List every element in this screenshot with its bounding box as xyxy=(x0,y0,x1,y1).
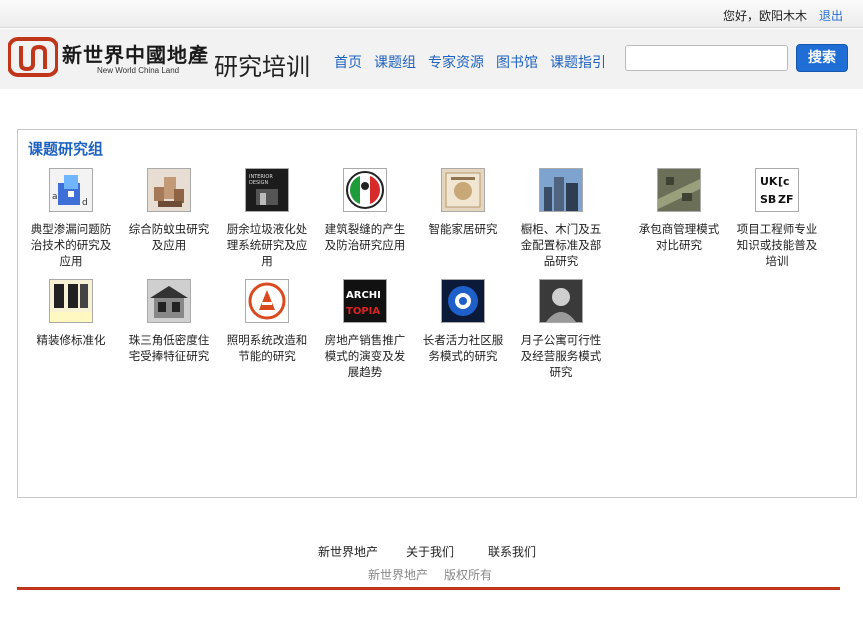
building-model-icon xyxy=(147,168,191,212)
footer-link-about[interactable]: 关于我们 xyxy=(406,543,454,560)
svg-text:ZF: ZF xyxy=(778,193,794,206)
nav-expert-resources[interactable]: 专家资源 xyxy=(428,52,484,72)
topic-tile[interactable]: 橱柜、木门及五金配置标准及部品研究 xyxy=(516,168,606,269)
topic-label: 房地产销售推广模式的演变及发展趋势 xyxy=(324,333,406,379)
svg-text:DESIGN: DESIGN xyxy=(249,180,269,186)
topic-panel: 课题研究组 ad 典型渗漏问题防治技术的研究及应用 综合防蚊虫研究及应用 INT… xyxy=(17,129,857,498)
header: 新世界中國地產 New World China Land 研究培训 首页 课题组… xyxy=(0,29,863,89)
topic-tile[interactable]: INTERIOR DESIGN 厨余垃圾液化处理系统研究及应用 xyxy=(222,168,312,269)
topic-tile[interactable]: 月子公寓可行性及经营服务模式研究 xyxy=(516,279,606,380)
seal-emblem-icon xyxy=(245,279,289,323)
nav-topic-groups[interactable]: 课题组 xyxy=(374,52,416,72)
top-bar: 您好，欧阳木木 退出 xyxy=(0,0,863,28)
topic-label: 建筑裂缝的产生及防治研究应用 xyxy=(324,222,406,252)
certificate-icon xyxy=(441,168,485,212)
svg-text:[c: [c xyxy=(778,175,790,188)
topic-label: 橱柜、木门及五金配置标准及部品研究 xyxy=(520,222,602,268)
footer-divider xyxy=(17,587,840,590)
topic-tile[interactable]: UK [c SB ZF 项目工程师专业知识或技能普及培训 xyxy=(732,168,822,269)
logo-icon[interactable] xyxy=(8,37,58,77)
search-button[interactable]: 搜索 xyxy=(796,44,848,72)
search-input[interactable] xyxy=(625,45,788,71)
house-sketch-icon: ad xyxy=(49,168,93,212)
interior-design-icon: INTERIOR DESIGN xyxy=(245,168,289,212)
svg-text:a: a xyxy=(52,192,58,202)
topic-tile[interactable]: 智能家居研究 xyxy=(418,168,508,237)
topic-label: 精装修标准化 xyxy=(36,333,106,347)
topic-tile[interactable]: 综合防蚊虫研究及应用 xyxy=(124,168,214,253)
copyright-text: 版权所有 xyxy=(444,568,493,582)
topic-label: 长者活力社区服务模式的研究 xyxy=(422,333,504,363)
blue-circle-icon xyxy=(441,279,485,323)
italian-emblem-icon xyxy=(343,168,387,212)
main-nav: 首页 课题组 专家资源 图书馆 课题指引 xyxy=(334,52,606,72)
svg-text:SB: SB xyxy=(760,193,776,206)
user-greeting: 您好，欧阳木木 xyxy=(722,9,807,23)
nav-topic-guide[interactable]: 课题指引 xyxy=(550,52,606,72)
topic-tile[interactable]: 长者活力社区服务模式的研究 xyxy=(418,279,508,364)
copyright-company: 新世界地产 xyxy=(368,568,429,582)
nav-home[interactable]: 首页 xyxy=(334,52,362,72)
topic-label: 项目工程师专业知识或技能普及培训 xyxy=(736,222,818,268)
footer-link-contact[interactable]: 联系我们 xyxy=(488,543,536,560)
topic-label: 珠三角低密度住宅受捧特征研究 xyxy=(128,333,210,363)
topic-tile[interactable]: 精装修标准化 xyxy=(26,279,116,348)
signboard-icon xyxy=(49,279,93,323)
svg-text:TOPIA: TOPIA xyxy=(346,306,380,317)
topic-label: 厨余垃圾液化处理系统研究及应用 xyxy=(226,222,308,268)
topic-tile[interactable]: ad 典型渗漏问题防治技术的研究及应用 xyxy=(26,168,116,269)
topic-tile[interactable]: 照明系统改造和节能的研究 xyxy=(222,279,312,364)
calligraphy-icon: UK [c SB ZF xyxy=(755,168,799,212)
topic-tile[interactable]: 珠三角低密度住宅受捧特征研究 xyxy=(124,279,214,364)
topic-tile[interactable]: ARCHI TOPIA 房地产销售推广模式的演变及发展趋势 xyxy=(320,279,410,380)
portrait-icon xyxy=(539,279,583,323)
svg-text:d: d xyxy=(82,198,88,208)
topic-label: 月子公寓可行性及经营服务模式研究 xyxy=(520,333,602,379)
logout-link[interactable]: 退出 xyxy=(819,7,843,24)
logo-text-cn: 新世界中國地產 xyxy=(62,43,209,67)
topic-label: 典型渗漏问题防治技术的研究及应用 xyxy=(30,222,112,268)
city-skyline-icon xyxy=(539,168,583,212)
topic-tile[interactable]: 建筑裂缝的产生及防治研究应用 xyxy=(320,168,410,253)
topic-label: 智能家居研究 xyxy=(428,222,498,236)
topic-tile[interactable]: 承包商管理模式对比研究 xyxy=(634,168,724,253)
site-title: 研究培训 xyxy=(214,53,310,81)
svg-text:ARCHI: ARCHI xyxy=(346,290,381,301)
architopia-icon: ARCHI TOPIA xyxy=(343,279,387,323)
topic-label: 照明系统改造和节能的研究 xyxy=(226,333,308,363)
villa-photo-icon xyxy=(147,279,191,323)
logo-text-en: New World China Land xyxy=(97,66,180,75)
nav-library[interactable]: 图书馆 xyxy=(496,52,538,72)
svg-text:UK: UK xyxy=(760,175,778,188)
topic-label: 承包商管理模式对比研究 xyxy=(638,222,720,252)
topic-label: 综合防蚊虫研究及应用 xyxy=(128,222,210,252)
panel-title: 课题研究组 xyxy=(28,140,104,158)
aerial-city-icon xyxy=(657,168,701,212)
footer-link-company[interactable]: 新世界地产 xyxy=(318,543,378,560)
